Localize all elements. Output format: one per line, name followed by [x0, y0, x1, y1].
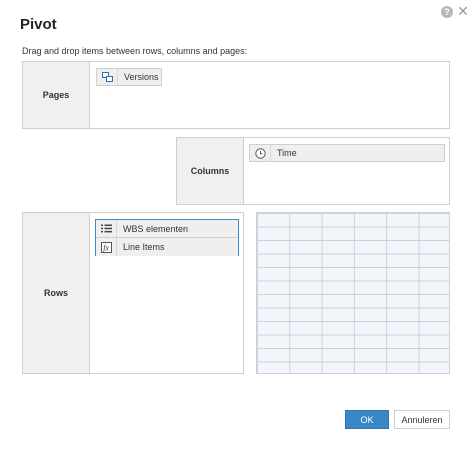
- clock-icon: [250, 145, 271, 161]
- pivot-dialog: Pivot ? ✕ Drag and drop items between ro…: [0, 0, 474, 449]
- versions-icon: [97, 69, 118, 85]
- columns-drop-zone[interactable]: Columns Time: [176, 137, 450, 205]
- svg-text:fx: fx: [103, 243, 109, 252]
- pivot-item-label: Time: [277, 148, 297, 158]
- instruction-text: Drag and drop items between rows, column…: [22, 46, 248, 56]
- formula-icon: fx: [96, 238, 117, 256]
- pivot-item-time[interactable]: Time: [249, 144, 445, 162]
- close-icon[interactable]: ✕: [457, 4, 469, 18]
- ok-button[interactable]: OK: [345, 410, 389, 429]
- cancel-button[interactable]: Annuleren: [394, 410, 450, 429]
- pivot-item-wbs-elementen[interactable]: WBS elementen: [96, 220, 238, 238]
- pivot-item-line-items[interactable]: fx Line Items: [96, 238, 238, 256]
- list-icon: [96, 220, 117, 237]
- pivot-item-label: WBS elementen: [123, 223, 189, 234]
- help-icon[interactable]: ?: [441, 6, 453, 18]
- pivot-preview-grid: [256, 212, 450, 374]
- dialog-title: Pivot: [20, 16, 57, 33]
- rows-item-group: WBS elementen fx Line Items: [95, 219, 239, 256]
- rows-drop-zone[interactable]: Rows WBS elementen fx Line Items: [22, 212, 244, 374]
- pivot-item-versions[interactable]: Versions: [96, 68, 162, 86]
- pivot-item-label: Line Items: [123, 242, 165, 252]
- rows-label: Rows: [23, 213, 90, 373]
- pivot-item-label: Versions: [124, 72, 159, 82]
- columns-label: Columns: [177, 138, 244, 204]
- pages-drop-zone[interactable]: Pages Versions: [22, 61, 450, 129]
- pages-label: Pages: [23, 62, 90, 128]
